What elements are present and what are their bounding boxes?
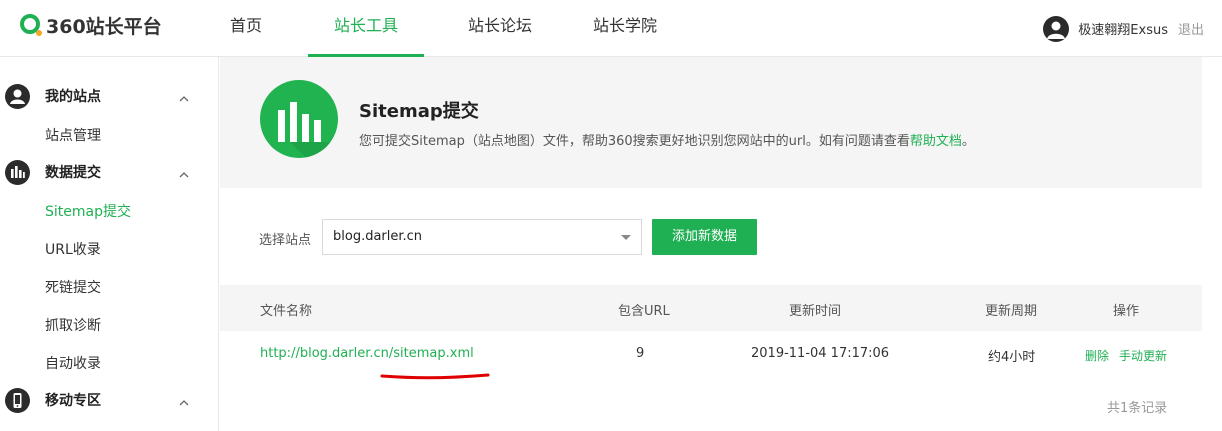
sidebar-group-mobile[interactable]: 移动专区 <box>0 381 219 419</box>
table-row: http://blog.darler.cn/sitemap.xml 9 2019… <box>220 331 1202 377</box>
user-icon <box>5 83 30 109</box>
logo-text: 360站长平台 <box>46 15 162 38</box>
sidebar-group-label: 数据提交 <box>45 165 101 181</box>
sidebar-group-data-submit[interactable]: 数据提交 <box>0 153 219 191</box>
col-actions: 操作 <box>1113 304 1140 319</box>
col-url-count: 包含URL <box>618 304 670 319</box>
nav-home[interactable]: 首页 <box>206 0 286 57</box>
update-time-cell: 2019-11-04 17:17:06 <box>751 346 890 361</box>
col-file-name: 文件名称 <box>260 304 313 319</box>
add-new-data-button[interactable]: 添加新数据 <box>652 219 757 255</box>
bar-chart-icon <box>5 159 30 185</box>
sidebar-item-dead-links[interactable]: 死链提交 <box>45 277 101 297</box>
site-select[interactable]: blog.darler.cn <box>322 219 642 255</box>
main-nav: 首页 站长工具 站长论坛 站长学院 <box>206 0 674 57</box>
site-logo[interactable]: 360站长平台 <box>19 13 162 38</box>
caret-down-icon <box>621 235 631 240</box>
user-area: 极速翱翔Exsus 退出 <box>1043 15 1204 42</box>
col-update-time: 更新时间 <box>789 304 842 319</box>
table-header: 文件名称 包含URL 更新时间 更新周期 操作 <box>220 285 1202 331</box>
chevron-up-icon <box>178 90 190 102</box>
nav-forum[interactable]: 站长论坛 <box>442 0 558 57</box>
sidebar: 我的站点 站点管理 数据提交 Sitemap提交 URL收录 死链提交 抓取诊断… <box>0 57 219 431</box>
update-cycle-cell: 约4小时 <box>988 350 1036 365</box>
delete-link[interactable]: 删除 <box>1085 347 1109 364</box>
chevron-up-icon <box>178 166 190 178</box>
page-title: Sitemap提交 <box>359 101 479 122</box>
sidebar-item-site-management[interactable]: 站点管理 <box>45 125 101 145</box>
chevron-up-icon <box>178 394 190 406</box>
url-count-cell: 9 <box>636 346 645 361</box>
sidebar-group-label: 移动专区 <box>45 393 101 409</box>
nav-webmaster-tools[interactable]: 站长工具 <box>308 0 424 57</box>
sidebar-item-crawl-diagnosis[interactable]: 抓取诊断 <box>45 315 101 335</box>
page-header-banner: Sitemap提交 您可提交Sitemap（站点地图）文件，帮助360搜索更好地… <box>220 57 1202 188</box>
page-description: 您可提交Sitemap（站点地图）文件，帮助360搜索更好地识别您网站中的url… <box>359 130 975 149</box>
manual-update-link[interactable]: 手动更新 <box>1119 347 1167 364</box>
logo-icon <box>19 13 43 37</box>
avatar[interactable] <box>1043 15 1070 42</box>
red-underline-annotation <box>380 373 490 380</box>
sitemap-chart-icon <box>260 80 338 158</box>
sidebar-item-sitemap[interactable]: Sitemap提交 <box>45 201 131 221</box>
nav-academy[interactable]: 站长学院 <box>576 0 674 57</box>
help-doc-link[interactable]: 帮助文档 <box>910 134 962 149</box>
sidebar-group-label: 我的站点 <box>45 89 101 105</box>
top-header: 360站长平台 首页 站长工具 站长论坛 站长学院 极速翱翔Exsus 退出 <box>0 0 1222 57</box>
user-name[interactable]: 极速翱翔Exsus <box>1078 19 1168 38</box>
sidebar-item-url-index[interactable]: URL收录 <box>45 239 101 259</box>
logout-link[interactable]: 退出 <box>1178 19 1204 38</box>
col-update-cycle: 更新周期 <box>985 304 1038 319</box>
mobile-icon <box>5 387 30 413</box>
sidebar-group-my-sites[interactable]: 我的站点 <box>0 77 219 115</box>
total-records: 共1条记录 <box>1107 401 1168 416</box>
description-end: 。 <box>961 134 975 149</box>
site-select-label: 选择站点 <box>259 233 312 248</box>
sidebar-item-auto-index[interactable]: 自动收录 <box>45 353 101 373</box>
description-text: 您可提交Sitemap（站点地图）文件，帮助360搜索更好地识别您网站中的url… <box>359 134 910 149</box>
sitemap-file-link[interactable]: http://blog.darler.cn/sitemap.xml <box>260 346 474 361</box>
site-select-value: blog.darler.cn <box>333 229 423 244</box>
